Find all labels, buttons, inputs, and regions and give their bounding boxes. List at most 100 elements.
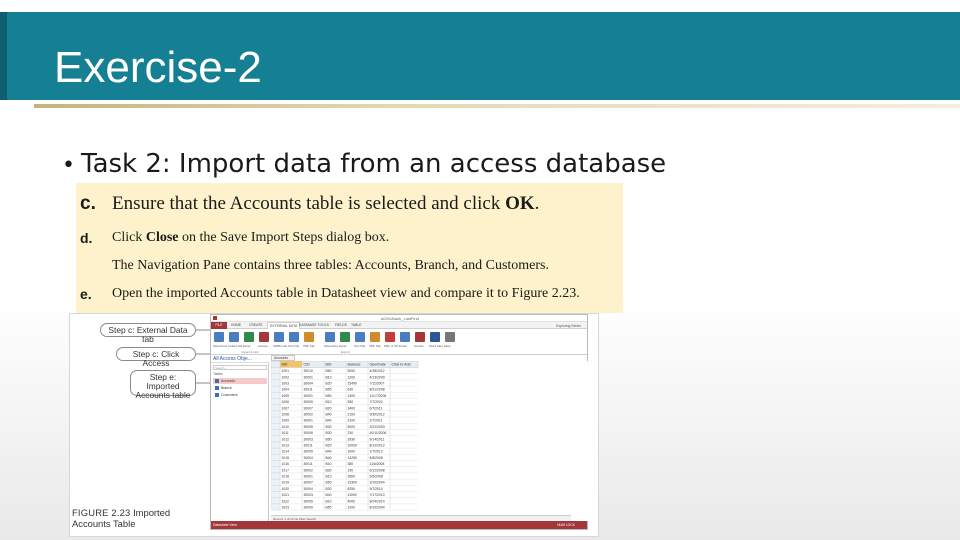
table-cell: 9/14/2011 bbox=[370, 437, 385, 441]
step-text: Ensure that the Accounts table is select… bbox=[112, 193, 539, 215]
callout-external-data-tab: Step c: External Data tab bbox=[100, 323, 196, 344]
table-cell: 1300 bbox=[348, 394, 356, 398]
table-cell: 30001 bbox=[304, 475, 314, 479]
nav-pane-title[interactable]: All Access Obje... bbox=[211, 355, 269, 363]
tab-file[interactable]: FILE bbox=[211, 322, 227, 329]
window-titlebar: a02h1Bank_LastFirst bbox=[211, 315, 587, 322]
table-cell: 15300 bbox=[348, 481, 358, 485]
banner-underline bbox=[34, 104, 960, 108]
tab-home[interactable]: HOME bbox=[231, 323, 241, 327]
nav-item-label: Customers bbox=[221, 393, 238, 397]
ribbon-button-icon[interactable] bbox=[229, 332, 239, 342]
ribbon-button-icon[interactable] bbox=[274, 332, 284, 342]
figure-2-23: Step c: External Data tab Step c: Click … bbox=[69, 313, 599, 537]
table-cell: 10000 bbox=[348, 444, 358, 448]
row-selector bbox=[271, 460, 281, 467]
ribbon-button-label: Word Merge bbox=[429, 344, 443, 348]
ribbon-button-icon[interactable] bbox=[415, 332, 425, 342]
datasheet: AID CID BID Balance OpenDate Click to Add 1001… bbox=[271, 361, 589, 521]
table-cell: 5/5/2008 bbox=[370, 475, 383, 479]
tab-fields[interactable]: FIELDS bbox=[335, 323, 347, 327]
text-segment: Click bbox=[112, 230, 146, 245]
nav-group-tables[interactable]: Tables bbox=[213, 372, 223, 376]
column-header: BID bbox=[326, 363, 332, 367]
table-cell: 190 bbox=[348, 468, 354, 472]
table-cell: 30001 bbox=[304, 419, 314, 423]
ribbon-button-icon[interactable] bbox=[445, 332, 455, 342]
table-cell: 550 bbox=[348, 400, 354, 404]
bold-keyword: OK bbox=[505, 193, 535, 214]
tab-external-data[interactable]: EXTERNAL DATA bbox=[267, 322, 301, 329]
table-cell: B30 bbox=[326, 487, 332, 491]
bullet-point: • Task 2: Import data from an access data… bbox=[62, 149, 666, 180]
bullet-dot-icon: • bbox=[62, 153, 75, 178]
nav-item-label: Accounts bbox=[221, 379, 235, 383]
row-selector bbox=[271, 398, 281, 405]
table-cell: 30011 bbox=[304, 462, 313, 466]
table-cell: B40 bbox=[326, 456, 332, 460]
table-cell: 7/7/2002 bbox=[370, 400, 383, 404]
table-cell: B10 bbox=[326, 475, 332, 479]
table-cell: 1017 bbox=[282, 468, 290, 472]
tab-create[interactable]: CREATE bbox=[249, 323, 263, 327]
tab-table[interactable]: TABLE bbox=[351, 323, 362, 327]
ribbon-button-label: Linked Table Manager bbox=[228, 344, 242, 348]
table-cell: 1011 bbox=[282, 431, 289, 435]
bullet-text: Task 2: Import data from an access datab… bbox=[80, 149, 667, 179]
ribbon-button-icon[interactable] bbox=[340, 332, 350, 342]
table-cell: 1009 bbox=[282, 419, 290, 423]
table-cell: 1012 bbox=[282, 437, 290, 441]
table-cell: 1000 bbox=[348, 450, 356, 454]
row-selector bbox=[271, 410, 281, 418]
navigation-pane: All Access Obje... Search... Tables Acco… bbox=[211, 355, 269, 523]
table-cell: 1002 bbox=[282, 375, 290, 379]
ribbon-button-icon[interactable] bbox=[385, 332, 395, 342]
nav-item-accounts[interactable]: Accounts bbox=[213, 378, 267, 384]
table-cell: 30001 bbox=[304, 375, 314, 379]
ribbon-button-icon[interactable] bbox=[214, 332, 224, 342]
ribbon-button-icon[interactable] bbox=[400, 332, 410, 342]
ribbon-button-icon[interactable] bbox=[370, 332, 380, 342]
table-cell: 30001 bbox=[304, 394, 314, 398]
table-cell: 1008 bbox=[282, 413, 290, 417]
table-cell: 11/6/2008 bbox=[370, 462, 385, 466]
ribbon-button-icon[interactable] bbox=[430, 332, 440, 342]
ribbon-button-icon[interactable] bbox=[355, 332, 365, 342]
text-segment: Ensure that the Accounts table is select… bbox=[112, 193, 506, 214]
nav-search-input[interactable]: Search... bbox=[213, 365, 267, 370]
table-cell: 30005 bbox=[304, 425, 314, 429]
table-cell: 30011 bbox=[304, 444, 313, 448]
table-cell: 15490 bbox=[348, 382, 358, 386]
ribbon-button-icon[interactable] bbox=[289, 332, 299, 342]
table-cell: 30010 bbox=[304, 369, 314, 373]
nav-item-customers[interactable]: Customers bbox=[213, 392, 267, 398]
tab-database-tools[interactable]: DATABASE TOOLS bbox=[299, 323, 329, 327]
quick-access-toolbar[interactable] bbox=[213, 316, 239, 321]
nav-item-label: Branch bbox=[221, 386, 232, 390]
table-cell: 30003 bbox=[304, 437, 314, 441]
column-header: Balance bbox=[348, 363, 361, 367]
figure-number: FIGURE 2.23 bbox=[72, 507, 131, 518]
nav-item-branch[interactable]: Branch bbox=[213, 385, 267, 391]
row-selector bbox=[271, 429, 281, 436]
text-segment: Open the imported Accounts table in Data… bbox=[112, 286, 580, 301]
ribbon-button-icon[interactable] bbox=[304, 332, 314, 342]
row-selector bbox=[271, 472, 281, 480]
step-letter: c. bbox=[80, 193, 96, 214]
ribbon-button-icon[interactable] bbox=[325, 332, 335, 342]
table-cell: B10 bbox=[326, 462, 332, 466]
table-cell: 6/7/2011 bbox=[370, 406, 383, 410]
table-cell: 2930 bbox=[348, 437, 356, 441]
table-cell: 10/11/2006 bbox=[370, 431, 387, 435]
step-letter: e. bbox=[80, 286, 92, 302]
table-cell: 8/10/2004 bbox=[370, 506, 385, 510]
ribbon-button-icon[interactable] bbox=[259, 332, 269, 342]
ribbon-button-label: Text File bbox=[288, 344, 300, 348]
status-bar: Datasheet View NUM LOCK bbox=[211, 521, 587, 529]
ribbon-button-icon[interactable] bbox=[244, 332, 254, 342]
ribbon-button-label: ODBC Database bbox=[273, 344, 287, 348]
table-cell: 1005 bbox=[282, 394, 290, 398]
table-cell: 8250 bbox=[348, 487, 356, 491]
table-cell: B50 bbox=[326, 388, 332, 392]
ribbon-button-label: Email bbox=[399, 344, 407, 348]
